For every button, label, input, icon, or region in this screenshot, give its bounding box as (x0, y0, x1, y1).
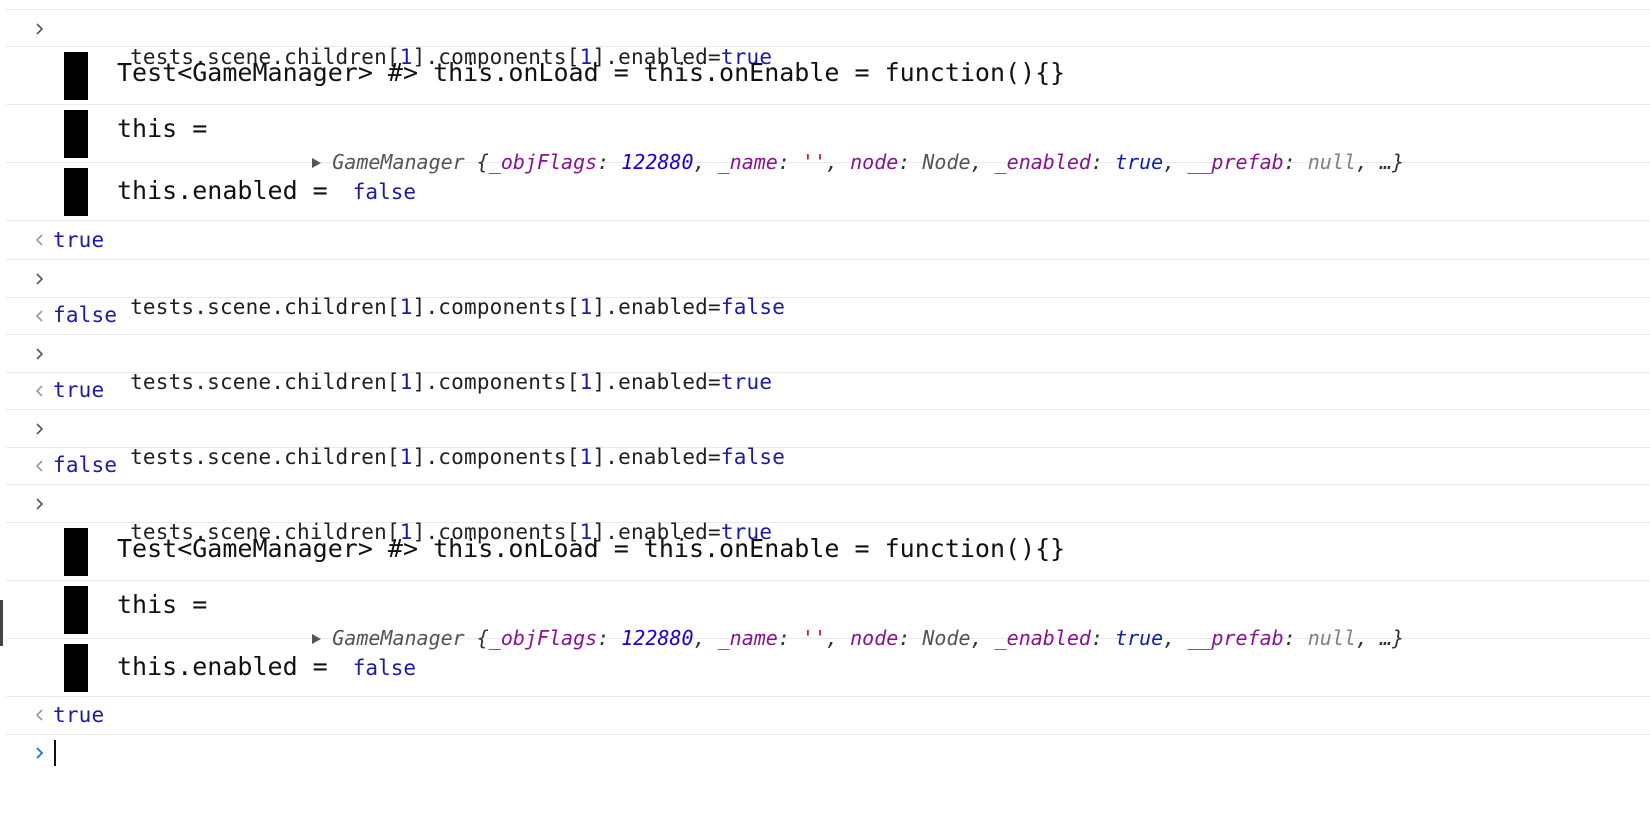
log-marker (64, 644, 88, 692)
text-cursor[interactable] (54, 740, 56, 766)
console-input-row[interactable]: tests.scene.children[1].components[1].en… (6, 9, 1650, 69)
console-input-row[interactable]: tests.scene.children[1].components[1].en… (6, 485, 1650, 544)
console-log-row[interactable]: this.enabled = false (6, 639, 1650, 697)
chevron-right-icon (32, 21, 48, 37)
console-result-row[interactable]: true (6, 221, 1650, 260)
console-result: true (53, 703, 105, 727)
chevron-left-icon (32, 383, 48, 399)
console-log-row[interactable]: this = GameManager {_objFlags: 122880, _… (6, 581, 1650, 650)
console-input-row[interactable]: tests.scene.children[1].components[1].en… (6, 335, 1650, 394)
console-result: false (53, 453, 118, 477)
chevron-left-icon (32, 308, 48, 324)
console-log-row[interactable]: this = GameManager {_objFlags: 122880, _… (6, 105, 1650, 174)
console-log-row[interactable]: this.enabled = false (6, 163, 1650, 221)
console-result: false (53, 303, 118, 327)
console-log-row[interactable]: Test<GameManager> #> this.onLoad = this.… (6, 47, 1650, 105)
console-result-row[interactable]: false (6, 448, 1650, 485)
log-message: this = (117, 590, 223, 619)
log-marker (64, 586, 88, 634)
console-panel[interactable]: tests.scene.children[1].components[1].en… (6, 0, 1650, 828)
console-result-row[interactable]: true (6, 697, 1650, 735)
console-result: true (53, 228, 105, 252)
chevron-left-icon (32, 232, 48, 248)
chevron-right-icon (32, 421, 48, 437)
chevron-right-icon (32, 271, 48, 287)
console-result-row[interactable]: false (6, 298, 1650, 335)
console-input-row[interactable]: tests.scene.children[1].components[1].en… (6, 260, 1650, 319)
console-log-row[interactable]: Test<GameManager> #> this.onLoad = this.… (6, 523, 1650, 581)
log-marker (64, 110, 88, 158)
chevron-left-icon (32, 458, 48, 474)
log-message: this = (117, 114, 223, 143)
log-message: this.enabled = false (117, 652, 416, 681)
chevron-right-icon (32, 496, 48, 512)
log-marker (64, 528, 88, 576)
log-marker (64, 52, 88, 100)
log-marker (64, 168, 88, 216)
console-result: true (53, 378, 105, 402)
log-message: Test<GameManager> #> this.onLoad = this.… (117, 58, 1066, 87)
log-message: this.enabled = false (117, 176, 416, 205)
console-result-row[interactable]: true (6, 373, 1650, 410)
log-message: Test<GameManager> #> this.onLoad = this.… (117, 534, 1066, 563)
edge-shadow (0, 600, 3, 646)
chevron-left-icon (32, 707, 48, 723)
console-input-row[interactable]: tests.scene.children[1].components[1].en… (6, 410, 1650, 469)
chevron-right-icon (32, 346, 48, 362)
chevron-right-icon (32, 745, 48, 761)
